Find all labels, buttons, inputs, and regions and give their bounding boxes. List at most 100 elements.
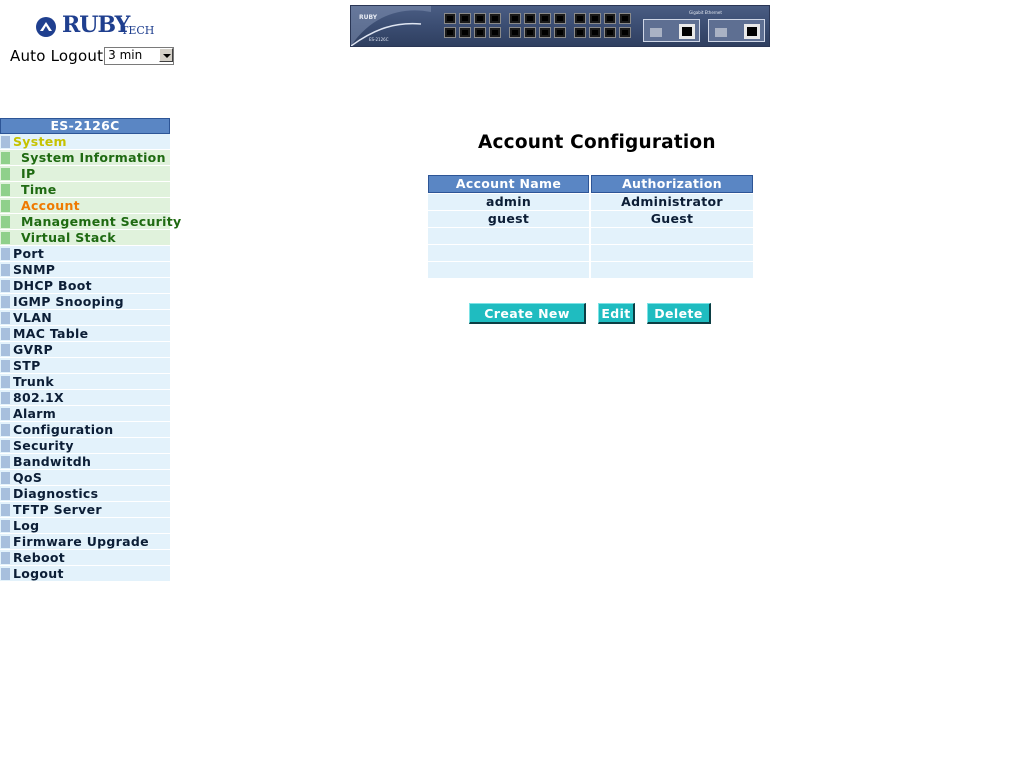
sidebar-item-label: QoS (13, 470, 43, 485)
ethernet-port-icon (489, 27, 501, 38)
account-name-cell: guest (428, 211, 589, 227)
sidebar-item-label: Time (21, 182, 57, 197)
table-row[interactable] (428, 228, 753, 245)
sidebar-item-log[interactable]: Log (0, 518, 170, 534)
ethernet-port-icon (444, 13, 456, 24)
sidebar-item-label: Alarm (13, 406, 57, 421)
sfp-slot-icon (650, 28, 662, 37)
menu-marker-icon (1, 472, 10, 484)
menu-marker-icon (1, 280, 10, 292)
gigabit-port-1 (643, 19, 700, 42)
sidebar-item-label: Port (13, 246, 45, 261)
menu-marker-icon (1, 424, 10, 436)
sidebar-item-label: 802.1X (13, 390, 64, 405)
sidebar-item-gvrp[interactable]: GVRP (0, 342, 170, 358)
menu-marker-icon (1, 456, 10, 468)
sidebar-item-qos[interactable]: QoS (0, 470, 170, 486)
ethernet-port-icon (474, 27, 486, 38)
sidebar-item-account[interactable]: Account (0, 198, 170, 214)
sidebar-item-vlan[interactable]: VLAN (0, 310, 170, 326)
authorization-cell (591, 245, 753, 261)
ethernet-port-icon (444, 27, 456, 38)
sidebar-item-label: System Information (21, 150, 166, 165)
rj45-port-icon (679, 24, 695, 39)
sidebar-item-802-1x[interactable]: 802.1X (0, 390, 170, 406)
sidebar-item-stp[interactable]: STP (0, 358, 170, 374)
ethernet-port-icon (524, 27, 536, 38)
sidebar: ES-2126C System System Information IP Time A… (0, 118, 181, 582)
sidebar-item-system[interactable]: System (0, 134, 170, 150)
sidebar-item-label: Bandwitdh (13, 454, 92, 469)
sidebar-item-configuration[interactable]: Configuration (0, 422, 170, 438)
sidebar-item-alarm[interactable]: Alarm (0, 406, 170, 422)
sidebar-item-label: Management Security (21, 214, 182, 229)
sidebar-item-label: Reboot (13, 550, 66, 565)
account-name-cell (428, 245, 589, 261)
sidebar-item-label: Account (21, 198, 80, 213)
sidebar-item-security[interactable]: Security (0, 438, 170, 454)
sidebar-item-system-information[interactable]: System Information (0, 150, 170, 166)
sidebar-item-mac-table[interactable]: MAC Table (0, 326, 170, 342)
menu-marker-icon (1, 184, 10, 196)
authorization-cell (591, 262, 753, 278)
ethernet-port-icon (459, 13, 471, 24)
ethernet-port-icon (554, 13, 566, 24)
port-group (444, 13, 503, 39)
table-row[interactable] (428, 262, 753, 279)
sidebar-item-label: VLAN (13, 310, 52, 325)
table-row[interactable] (428, 245, 753, 262)
sidebar-item-reboot[interactable]: Reboot (0, 550, 170, 566)
sidebar-item-time[interactable]: Time (0, 182, 170, 198)
menu-marker-icon (1, 152, 10, 164)
table-row[interactable]: guest Guest (428, 211, 753, 228)
ethernet-port-icon (489, 13, 501, 24)
device-brand-label: RUBY (359, 14, 378, 21)
sidebar-item-label: Security (13, 438, 74, 453)
sidebar-item-label: Virtual Stack (21, 230, 116, 245)
sidebar-item-label: System (13, 134, 67, 149)
sidebar-item-dhcp-boot[interactable]: DHCP Boot (0, 278, 170, 294)
column-header-account-name: Account Name (428, 175, 589, 193)
menu-marker-icon (1, 264, 10, 276)
sidebar-item-ip[interactable]: IP (0, 166, 170, 182)
menu-marker-icon (1, 392, 10, 404)
menu-marker-icon (1, 520, 10, 532)
create-new-button[interactable]: Create New (469, 303, 586, 324)
sidebar-title: ES-2126C (0, 118, 170, 134)
auto-logout-select[interactable]: 3 min (104, 46, 175, 65)
menu-marker-icon (1, 376, 10, 388)
table-row[interactable]: admin Administrator (428, 194, 753, 211)
rubytech-logo: RUBY TECH (35, 12, 154, 42)
account-name-cell (428, 262, 589, 278)
account-name-cell: admin (428, 194, 589, 210)
sidebar-item-firmware-upgrade[interactable]: Firmware Upgrade (0, 534, 170, 550)
sidebar-item-diagnostics[interactable]: Diagnostics (0, 486, 170, 502)
sidebar-item-label: IP (21, 166, 36, 181)
delete-button[interactable]: Delete (647, 303, 711, 324)
sidebar-item-port[interactable]: Port (0, 246, 170, 262)
sidebar-item-tftp-server[interactable]: TFTP Server (0, 502, 170, 518)
sidebar-item-logout[interactable]: Logout (0, 566, 170, 582)
account-table: Account Name Authorization admin Administ… (428, 175, 753, 279)
device-model-label: ES-2126C (369, 37, 389, 42)
sidebar-item-trunk[interactable]: Trunk (0, 374, 170, 390)
sidebar-item-bandwitdh[interactable]: Bandwitdh (0, 454, 170, 470)
sidebar-item-virtual-stack[interactable]: Virtual Stack (0, 230, 170, 246)
ethernet-port-icon (524, 13, 536, 24)
menu-marker-icon (1, 328, 10, 340)
rubytech-emblem-icon (36, 17, 56, 37)
brand-sub: TECH (121, 24, 155, 37)
authorization-cell (591, 228, 753, 244)
sidebar-item-igmp-snooping[interactable]: IGMP Snooping (0, 294, 170, 310)
sidebar-item-label: GVRP (13, 342, 53, 357)
sidebar-item-snmp[interactable]: SNMP (0, 262, 170, 278)
authorization-cell: Administrator (591, 194, 753, 210)
ethernet-port-icon (589, 27, 601, 38)
sidebar-item-label: MAC Table (13, 326, 89, 341)
menu-marker-icon (1, 312, 10, 324)
edit-button[interactable]: Edit (598, 303, 635, 324)
port-group (574, 13, 633, 39)
chevron-down-icon[interactable] (159, 47, 174, 62)
table-header-row: Account Name Authorization (428, 175, 753, 194)
sidebar-item-management-security[interactable]: Management Security (0, 214, 181, 230)
